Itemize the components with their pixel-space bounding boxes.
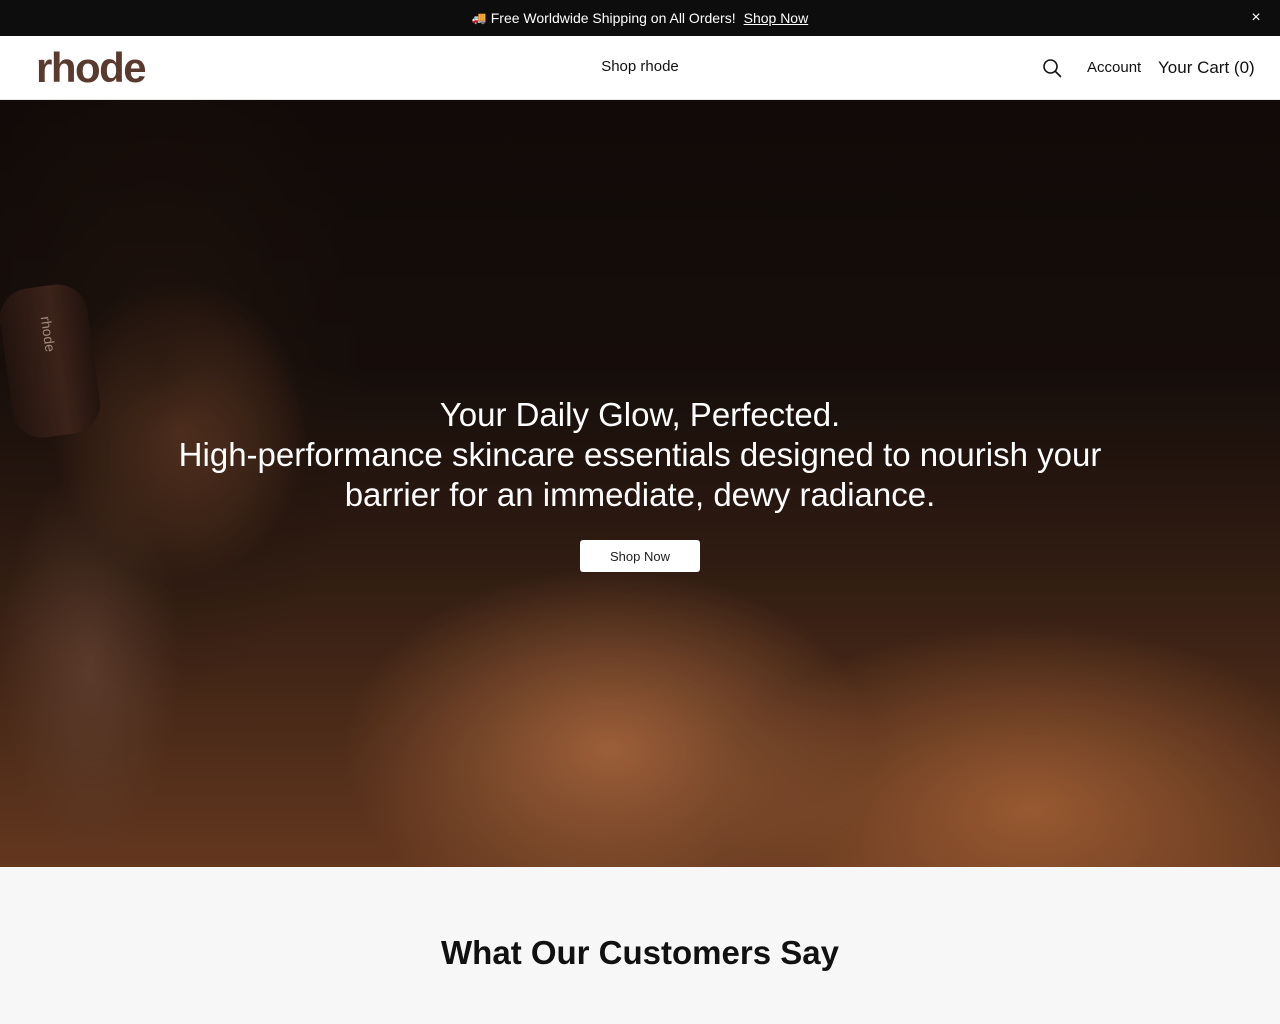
hero-title: Your Daily Glow, Perfected. xyxy=(439,396,841,433)
announcement-text: Free Worldwide Shipping on All Orders! xyxy=(490,10,736,26)
close-icon[interactable]: × xyxy=(1248,9,1264,27)
hero-banner: rhode Your Daily Glow, Perfected. High-p… xyxy=(0,100,1280,867)
truck-icon: 🚚 xyxy=(471,11,487,25)
account-link[interactable]: Account xyxy=(1087,59,1141,76)
testimonials-title: What Our Customers Say xyxy=(441,934,839,971)
cart-link[interactable]: Your Cart (0) xyxy=(1158,58,1255,78)
logo[interactable]: rhode xyxy=(36,46,147,90)
hero-shop-now-button[interactable]: Shop Now xyxy=(580,540,700,572)
search-icon[interactable] xyxy=(1042,58,1062,78)
announcement-bar: 🚚 Free Worldwide Shipping on All Orders!… xyxy=(0,0,1280,36)
nav-shop-rhode[interactable]: Shop rhode xyxy=(560,58,720,75)
hero-subtitle: High-performance skincare essentials des… xyxy=(178,436,1102,513)
hero-text: Your Daily Glow, Perfected. High-perform… xyxy=(0,395,1280,515)
announcement-shop-now-link[interactable]: Shop Now xyxy=(744,10,809,26)
site-header: rhode Shop rhode Account Your Cart (0) xyxy=(0,36,1280,100)
